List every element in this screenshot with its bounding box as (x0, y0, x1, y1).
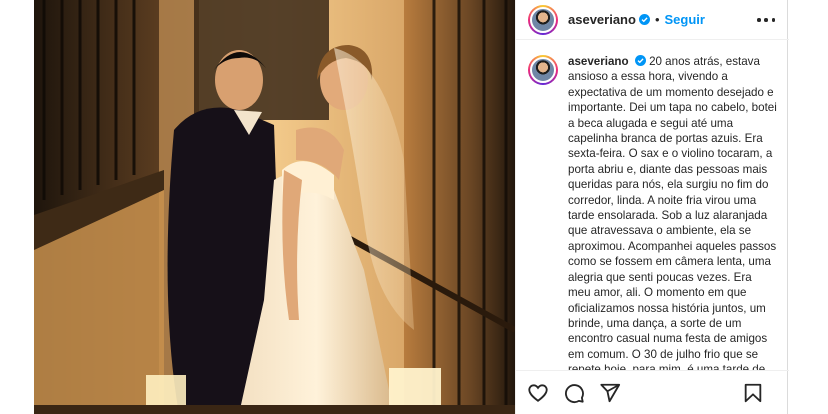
share-icon (600, 383, 621, 402)
post-header: aseveriano • Seguir (516, 0, 789, 40)
verified-badge-icon (634, 55, 646, 66)
verified-badge-icon (638, 14, 650, 25)
caption-username[interactable]: aseveriano (568, 55, 629, 68)
follow-button[interactable]: Seguir (665, 12, 705, 27)
post-sidebar: aseveriano • Seguir aseveriano 20 anos a… (515, 0, 789, 414)
save-button[interactable] (741, 381, 765, 405)
avatar-image (530, 6, 556, 33)
post-actions (516, 370, 789, 414)
heart-icon (528, 383, 548, 402)
like-button[interactable] (526, 381, 550, 405)
more-options-icon[interactable] (757, 12, 775, 28)
avatar-image (530, 57, 556, 83)
comment-icon (565, 383, 584, 403)
caption-body: 20 anos atrás, estava ansioso a essa hor… (568, 55, 777, 370)
caption: aseveriano 20 anos atrás, estava ansioso… (568, 54, 777, 370)
instagram-post-modal: aseveriano • Seguir aseveriano 20 anos a… (0, 0, 828, 414)
caption-container: aseveriano 20 anos atrás, estava ansioso… (516, 40, 789, 370)
share-button[interactable] (598, 381, 622, 405)
post-photo[interactable] (34, 0, 515, 414)
caption-author-avatar[interactable] (528, 55, 558, 85)
author-username[interactable]: aseveriano (568, 12, 636, 27)
header-separator: • (654, 12, 660, 27)
bookmark-icon (744, 383, 762, 403)
wedding-photo-illustration (34, 0, 515, 414)
comment-button[interactable] (562, 381, 586, 405)
author-avatar[interactable] (528, 4, 558, 35)
